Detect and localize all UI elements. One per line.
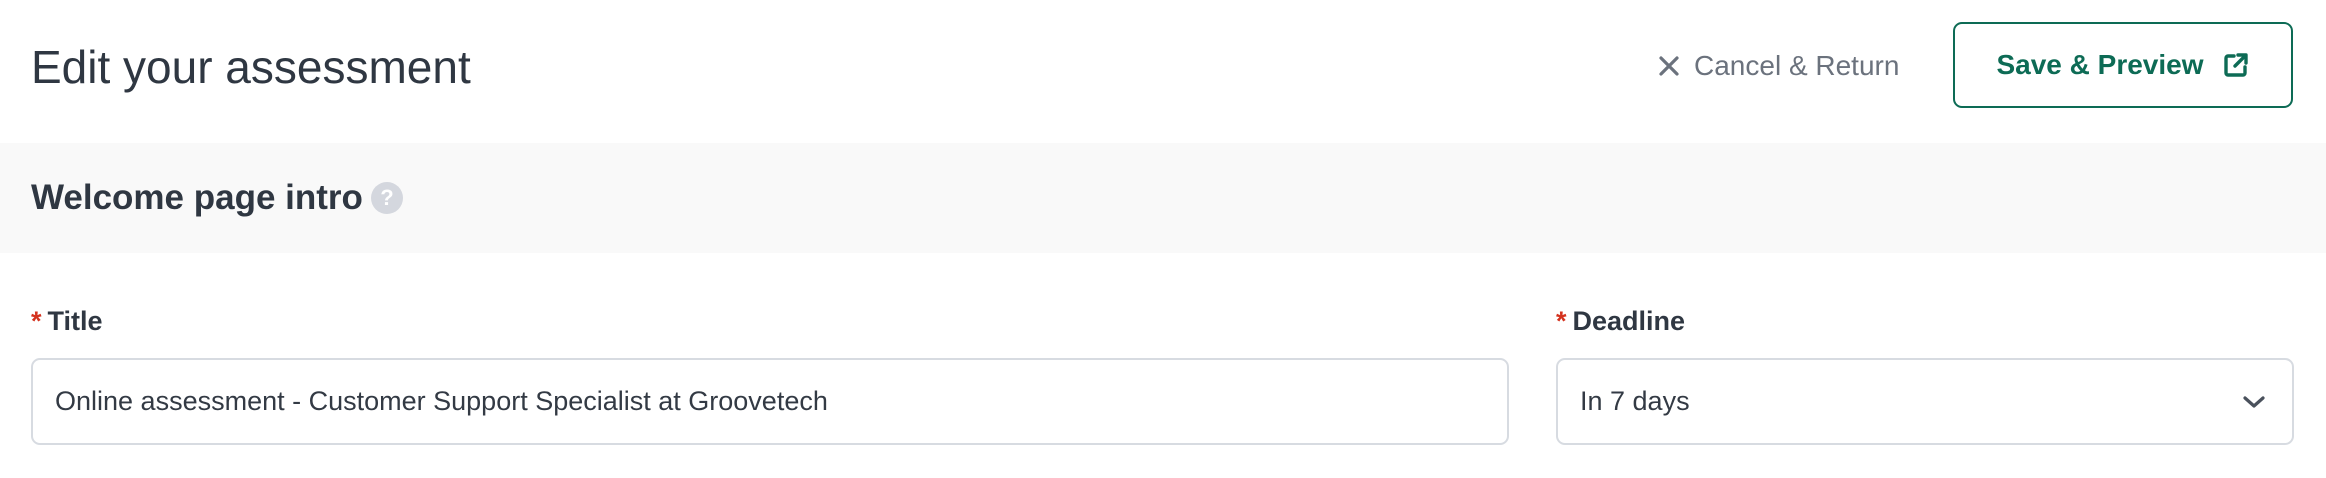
title-input-value: Online assessment - Customer Support Spe… — [55, 386, 828, 416]
chevron-down-icon — [2242, 394, 2266, 410]
section-title-row: Welcome page intro ? — [31, 177, 403, 219]
save-preview-button[interactable]: Save & Preview — [1953, 22, 2293, 108]
required-mark: * — [31, 306, 42, 336]
section-title: Welcome page intro — [31, 178, 363, 217]
deadline-selected-value: In 7 days — [1580, 386, 1690, 416]
welcome-section-header: Welcome page intro ? — [0, 143, 2326, 253]
deadline-select[interactable]: In 7 days — [1556, 358, 2294, 445]
title-input[interactable]: Online assessment - Customer Support Spe… — [31, 358, 1509, 445]
deadline-label-text: Deadline — [1572, 306, 1686, 336]
help-icon[interactable]: ? — [370, 182, 403, 214]
close-icon — [1658, 55, 1680, 77]
title-label: * Title — [31, 304, 103, 338]
title-label-text: Title — [47, 306, 103, 336]
deadline-label: * Deadline — [1556, 304, 1685, 338]
external-link-icon — [2222, 51, 2250, 79]
cancel-return-label: Cancel & Return — [1694, 50, 1900, 81]
cancel-return-button[interactable]: Cancel & Return — [1658, 44, 1899, 88]
page-title: Edit your assessment — [31, 41, 471, 93]
save-preview-label: Save & Preview — [1996, 49, 2204, 80]
required-mark: * — [1556, 306, 1567, 336]
page-header: Edit your assessment Cancel & Return Sav… — [0, 0, 2326, 143]
